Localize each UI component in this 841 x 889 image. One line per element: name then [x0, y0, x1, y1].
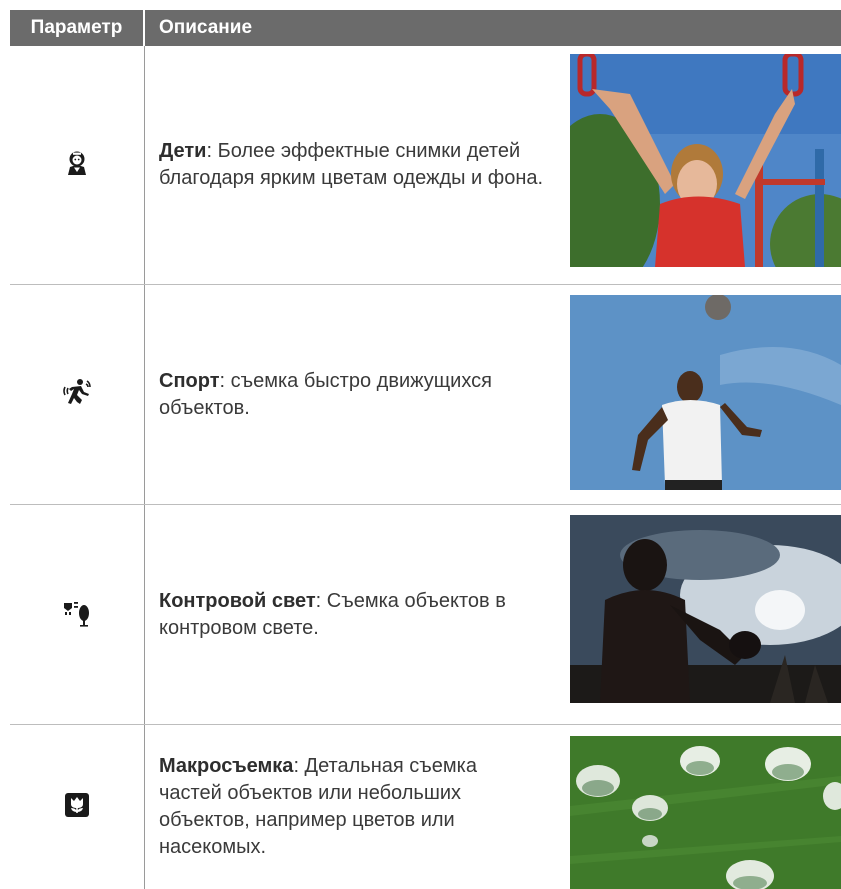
sport-photo: [570, 295, 841, 490]
header-parameter: Параметр: [10, 10, 145, 46]
mode-title: Дети: [159, 140, 207, 162]
mode-title: Спорт: [159, 369, 220, 392]
description-text: Контровой свет: Съемка объектов в контро…: [159, 588, 544, 642]
mode-title: Контровой свет: [159, 589, 316, 612]
table-row: Контровой свет: Съемка объектов в контро…: [10, 505, 841, 725]
param-cell: [10, 725, 145, 889]
child-icon: [64, 150, 90, 181]
param-cell: [10, 46, 145, 284]
description-text: Макросъемка: Детальная съемка частей объ…: [159, 753, 544, 861]
backlight-photo: [570, 515, 841, 703]
param-cell: [10, 505, 145, 724]
header-description: Описание: [159, 17, 253, 38]
table-row: Дети: Более эффектные снимки детей благо…: [10, 46, 841, 285]
mode-description: : Более эффектные снимки детей благодаря…: [159, 140, 544, 189]
table-row: Спорт: съемка быстро движущихся объектов…: [10, 285, 841, 505]
mode-title: Макросъемка: [159, 755, 294, 777]
scene-modes-table: Параметр Описание Дети: Более эффектные …: [10, 10, 841, 889]
backlight-icon: [62, 597, 92, 632]
kids-photo: [570, 54, 841, 267]
description-text: Дети: Более эффектные снимки детей благо…: [159, 138, 544, 192]
param-cell: [10, 285, 145, 504]
table-header: Параметр Описание: [10, 10, 841, 46]
macro-photo: [570, 736, 841, 889]
macro-icon: [65, 792, 89, 822]
description-text: Спорт: съемка быстро движущихся объектов…: [159, 368, 544, 422]
sport-icon: [62, 378, 92, 411]
table-row: Макросъемка: Детальная съемка частей объ…: [10, 725, 841, 889]
